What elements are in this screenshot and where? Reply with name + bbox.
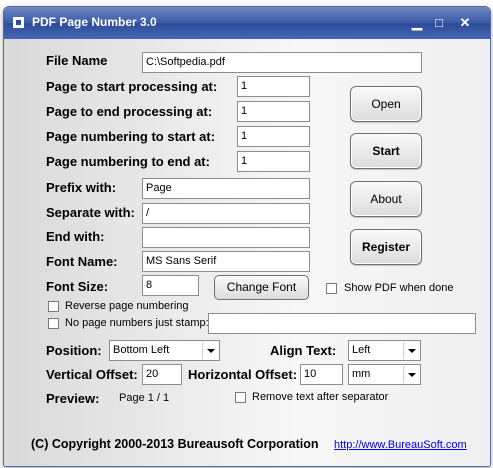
numbering-end-field[interactable]: 1 xyxy=(237,151,310,172)
position-value: Bottom Left xyxy=(113,344,170,356)
end-with-label: End with: xyxy=(46,229,105,244)
start-processing-label: Page to start processing at: xyxy=(46,79,218,94)
chevron-down-icon xyxy=(403,342,419,359)
maximize-button[interactable]: □ xyxy=(430,14,448,32)
reverse-checkbox[interactable] xyxy=(48,301,59,312)
title-bar: PDF Page Number 3.0 ▁ □ ✕ xyxy=(4,7,490,39)
reverse-label: Reverse page numbering xyxy=(65,300,189,312)
prefix-field[interactable]: Page xyxy=(142,178,310,199)
numbering-start-field[interactable]: 1 xyxy=(237,126,310,147)
align-select[interactable]: Left xyxy=(348,340,421,361)
minimize-button[interactable]: ▁ xyxy=(408,14,426,32)
show-pdf-label: Show PDF when done xyxy=(344,282,454,294)
horizontal-offset-field[interactable]: 10 xyxy=(300,364,343,385)
unit-value: mm xyxy=(352,368,371,380)
unit-select[interactable]: mm xyxy=(348,364,421,385)
numbering-end-label: Page numbering to end at: xyxy=(46,154,210,169)
end-processing-field[interactable]: 1 xyxy=(237,101,310,122)
numbering-start-label: Page numbering to start at: xyxy=(46,129,216,144)
chevron-down-icon xyxy=(202,342,218,359)
start-button[interactable]: Start xyxy=(350,133,422,169)
show-pdf-checkbox[interactable] xyxy=(326,283,337,294)
remove-text-label: Remove text after separator xyxy=(252,391,389,403)
end-with-field[interactable] xyxy=(142,227,310,248)
copyright-text: (C) Copyright 2000-2013 Bureausoft Corpo… xyxy=(31,437,319,451)
main-panel: File Name C:\Softpedia.pdf Page to start… xyxy=(4,39,490,466)
chevron-down-icon xyxy=(403,366,419,383)
end-processing-label: Page to end processing at: xyxy=(46,104,213,119)
align-label: Align Text: xyxy=(270,343,337,358)
font-size-field[interactable]: 8 xyxy=(142,275,199,296)
window-title: PDF Page Number 3.0 xyxy=(32,15,157,29)
separate-field[interactable]: / xyxy=(142,203,310,224)
website-link[interactable]: http://www.BureauSoft.com xyxy=(334,439,467,451)
file-name-label: File Name xyxy=(46,53,108,68)
app-window: PDF Page Number 3.0 ▁ □ ✕ File Name C:\S… xyxy=(3,6,491,467)
preview-label: Preview: xyxy=(46,391,100,406)
position-select[interactable]: Bottom Left xyxy=(109,340,220,361)
vertical-offset-label: Vertical Offset: xyxy=(46,367,138,382)
font-size-label: Font Size: xyxy=(46,279,109,294)
separate-label: Separate with: xyxy=(46,205,135,220)
change-font-button[interactable]: Change Font xyxy=(214,275,309,300)
app-icon xyxy=(13,17,24,28)
preview-value: Page 1 / 1 xyxy=(119,392,170,404)
close-button[interactable]: ✕ xyxy=(456,14,474,32)
open-button[interactable]: Open xyxy=(350,86,422,122)
font-name-field[interactable]: MS Sans Serif xyxy=(142,251,310,272)
about-button[interactable]: About xyxy=(350,181,422,217)
font-name-label: Font Name: xyxy=(46,254,118,269)
file-name-field[interactable]: C:\Softpedia.pdf xyxy=(142,52,422,73)
vertical-offset-field[interactable]: 20 xyxy=(142,364,182,385)
align-value: Left xyxy=(352,344,371,356)
start-processing-field[interactable]: 1 xyxy=(237,76,310,97)
position-label: Position: xyxy=(46,343,102,358)
no-numbers-checkbox[interactable] xyxy=(48,318,59,329)
no-numbers-label: No page numbers just stamp: xyxy=(65,317,209,329)
horizontal-offset-label: Horizontal Offset: xyxy=(188,367,298,382)
prefix-label: Prefix with: xyxy=(46,180,117,195)
remove-text-checkbox[interactable] xyxy=(235,392,246,403)
register-button[interactable]: Register xyxy=(350,229,422,265)
stamp-field[interactable] xyxy=(208,313,476,334)
